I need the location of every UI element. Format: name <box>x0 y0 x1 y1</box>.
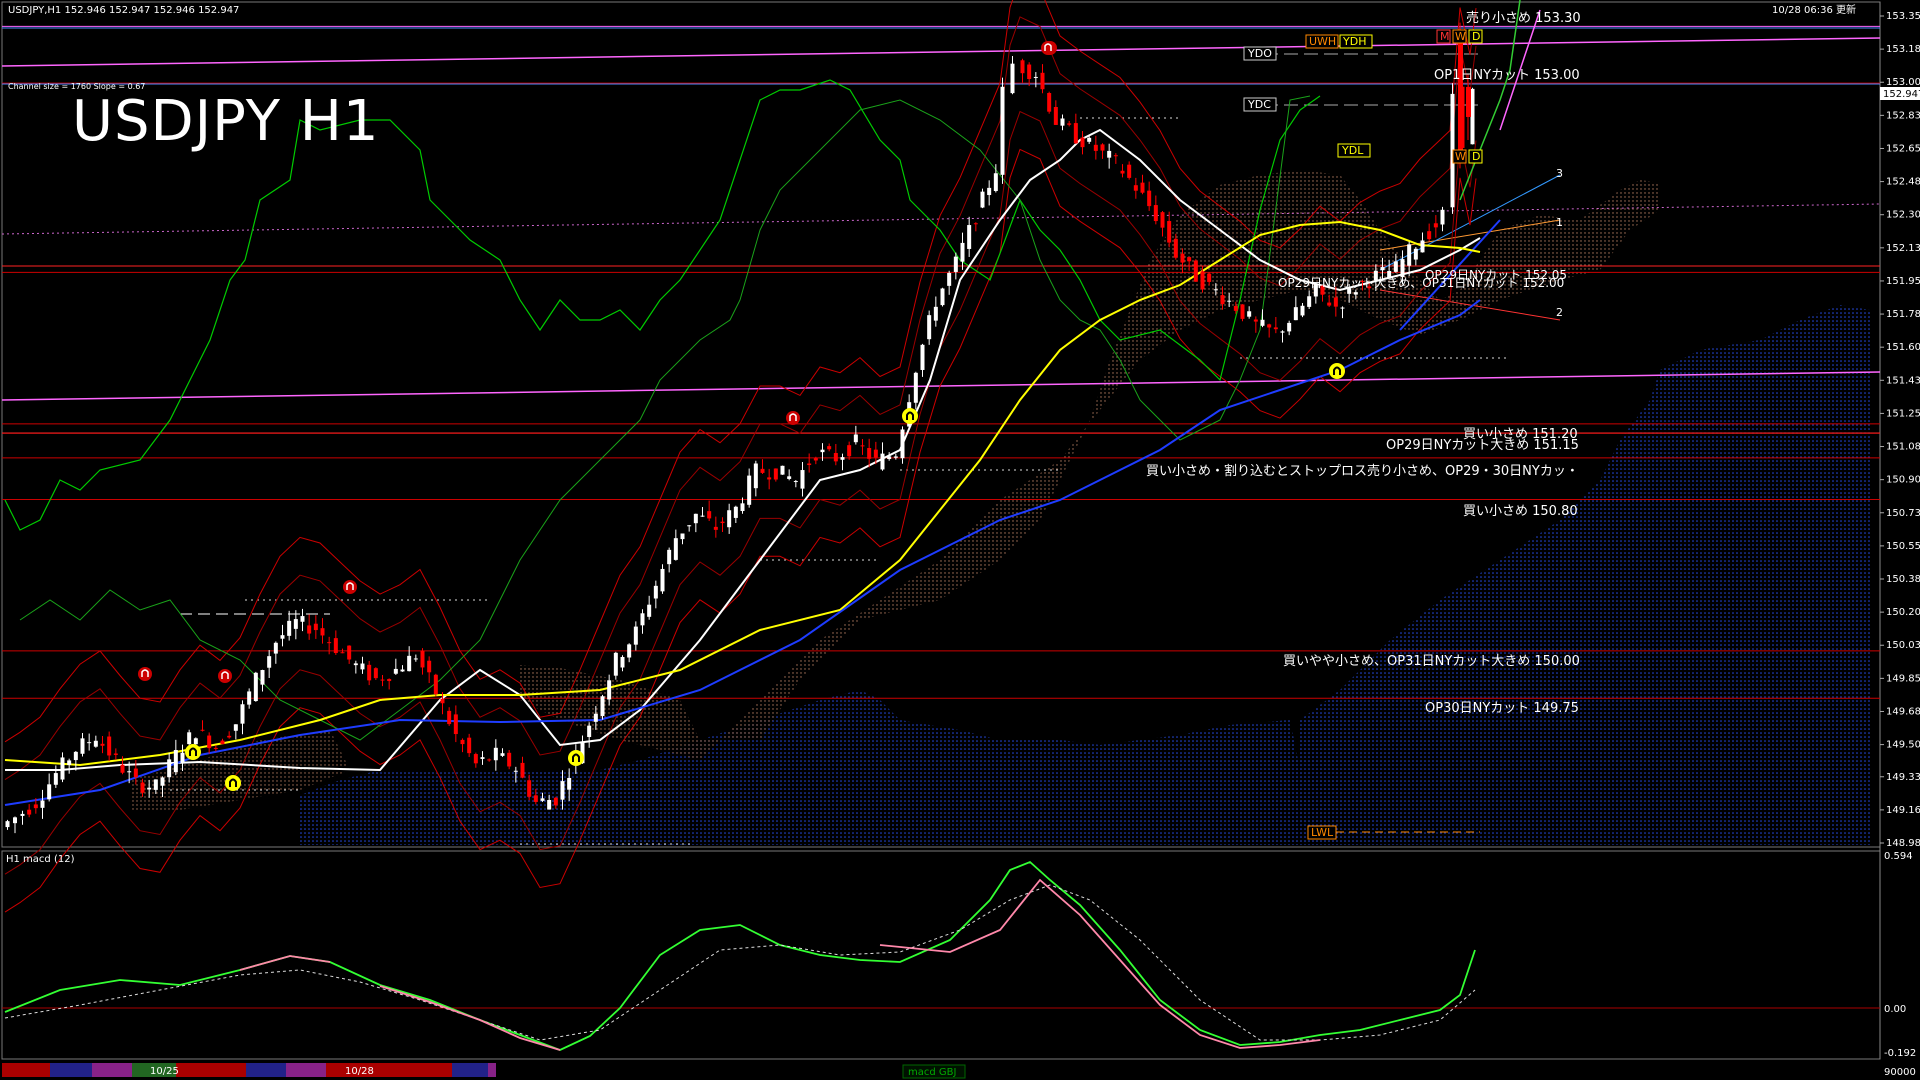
level-label-2: OP29日NYカット大きめ、OP31日NYカット 152.00 <box>1278 276 1564 290</box>
macd-panel[interactable] <box>1 850 1881 1060</box>
price-tick: 151.255 <box>1886 408 1920 419</box>
time-label-1028: 10/28 <box>345 1066 374 1077</box>
level-label-8: OP30日NYカット 149.75 <box>1425 701 1579 716</box>
level-label-6: 買い小さめ 150.80 <box>1463 504 1578 519</box>
price-tick: 150.380 <box>1886 574 1920 585</box>
fractal-down-marker <box>185 744 201 760</box>
price-tick: 151.430 <box>1886 375 1920 386</box>
marker-lwl: LWL <box>1311 826 1334 839</box>
price-tick: 153.180 <box>1886 44 1920 55</box>
fractal-down-marker <box>225 775 241 791</box>
update-datetime: 10/28 06:36 更新 <box>1772 3 1856 16</box>
fractal-down-marker <box>568 750 584 766</box>
marker-ydc: YDC <box>1247 98 1271 111</box>
price-tick: 151.780 <box>1886 309 1920 320</box>
time-bar[interactable]: 10/25 10/28 macd GBJ 90000 <box>2 1063 1916 1079</box>
price-tick: 152.130 <box>1886 243 1920 254</box>
price-tick: 152.480 <box>1886 177 1920 188</box>
price-tick: 151.605 <box>1886 342 1920 353</box>
price-tick: 151.955 <box>1886 276 1920 287</box>
marker-m: M <box>1440 30 1450 43</box>
price-tick: 149.160 <box>1886 805 1920 816</box>
price-tick: 153.005 <box>1886 77 1920 88</box>
chart-title: USDJPY H1 <box>72 89 379 154</box>
price-tick: 152.830 <box>1886 110 1920 121</box>
level-label-0: 売り小さめ 153.30 <box>1466 10 1581 26</box>
marker-uwh: UWH <box>1309 35 1336 48</box>
fractal-up-marker <box>786 411 800 425</box>
price-tick: 149.855 <box>1886 673 1920 684</box>
fractal-down-marker <box>902 408 918 424</box>
level-label-1: OP1日NYカット 153.00 <box>1434 68 1580 83</box>
price-tick: 150.030 <box>1886 640 1920 651</box>
fractal-down-marker <box>1329 363 1345 379</box>
fractal-up-marker <box>1041 41 1055 55</box>
macd-tick-zero: 0.00 <box>1884 1004 1906 1015</box>
fractal-up-marker <box>218 669 232 683</box>
fractal-up-marker <box>343 580 357 594</box>
level-label-4: OP29日NYカット大きめ 151.15 <box>1386 438 1579 453</box>
marker-d-bottom: D <box>1472 150 1480 163</box>
macd-tab-label: macd GBJ <box>908 1067 956 1078</box>
chart-window[interactable]: USDJPY,H1 152.946 152.947 152.946 152.94… <box>0 0 1920 1080</box>
price-tick: 152.655 <box>1886 143 1920 154</box>
marker-w-top: W <box>1455 30 1466 43</box>
price-tick: 150.905 <box>1886 475 1920 486</box>
marker-d-top: D <box>1472 30 1480 43</box>
marker-ydh: YDH <box>1342 35 1366 48</box>
marker-w-bottom: W <box>1455 150 1466 163</box>
level-label-7: 買いやや小さめ、OP31日NYカット大きめ 150.00 <box>1283 654 1580 669</box>
level-label-5: 買い小さめ・割り込むとストップロス売り小さめ、OP29・30日NYカッ・ <box>1146 463 1579 479</box>
price-tick: 153.355 <box>1886 11 1920 22</box>
current-price: 152.947 <box>1883 89 1920 100</box>
price-tick: 150.555 <box>1886 541 1920 552</box>
price-tick: 148.985 <box>1886 838 1920 849</box>
price-tick: 149.335 <box>1886 772 1920 783</box>
price-tick: 149.505 <box>1886 740 1920 751</box>
macd-tick-top: 0.594 <box>1884 851 1913 862</box>
marker-ydl: YDL <box>1341 144 1364 157</box>
price-tick: 149.680 <box>1886 706 1920 717</box>
macd-tick-bottom: -0.192 <box>1884 1048 1916 1059</box>
price-tick: 151.080 <box>1886 442 1920 453</box>
marker-ydo: YDO <box>1247 47 1272 60</box>
symbol-info: USDJPY,H1 152.946 152.947 152.946 152.94… <box>8 5 239 16</box>
channel-label-2: 2 <box>1556 306 1563 319</box>
price-tick: 152.305 <box>1886 210 1920 221</box>
channel-label-1: 1 <box>1556 216 1563 229</box>
macd-title: H1 macd (12) <box>6 854 75 865</box>
fractal-up-marker <box>138 667 152 681</box>
price-tick: 150.205 <box>1886 607 1920 618</box>
price-axis[interactable]: 153.355 153.180 153.005 152.830 152.655 152.4… <box>1880 11 1920 849</box>
price-tick: 150.730 <box>1886 508 1920 519</box>
channel-label-3: 3 <box>1556 167 1563 180</box>
volume-label: 90000 <box>1884 1067 1916 1078</box>
time-label-1025: 10/25 <box>150 1066 179 1077</box>
